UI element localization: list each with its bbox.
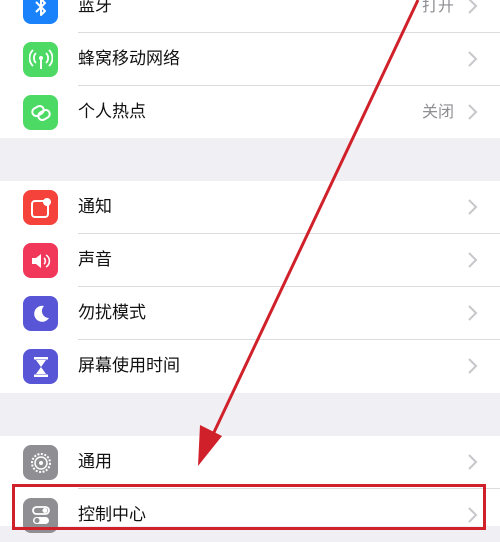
settings-group-connectivity: 蓝牙 打开 蜂窝移动网络 个人热点 关闭: [0, 0, 500, 138]
settings-row-label: 通用: [78, 452, 112, 472]
highlight-box: [12, 484, 486, 530]
settings-row-label: 蓝牙: [78, 0, 112, 16]
settings-row-label: 个人热点: [78, 102, 146, 122]
chevron-right-icon: [468, 305, 478, 321]
hourglass-icon: [23, 349, 58, 384]
chevron-right-icon: [468, 358, 478, 374]
gear-icon: [23, 445, 58, 480]
settings-row-cellular[interactable]: 蜂窝移动网络: [0, 33, 500, 86]
settings-row-label: 声音: [78, 250, 112, 270]
chevron-right-icon: [468, 454, 478, 470]
settings-row-value: 打开: [421, 0, 454, 15]
chevron-right-icon: [468, 199, 478, 215]
settings-row-screen-time[interactable]: 屏幕使用时间: [0, 340, 500, 393]
settings-row-hotspot[interactable]: 个人热点 关闭: [0, 86, 500, 139]
hotspot-chain-icon: [23, 95, 58, 130]
settings-row-do-not-disturb[interactable]: 勿扰模式: [0, 287, 500, 340]
speaker-icon: [23, 243, 58, 278]
chevron-right-icon: [468, 252, 478, 268]
chevron-right-icon: [468, 0, 478, 14]
settings-group-notifications: 通知 声音 勿扰模式 屏幕使用时间: [0, 181, 500, 393]
cellular-antenna-icon: [23, 42, 58, 77]
bluetooth-icon: [23, 0, 58, 24]
settings-row-label: 蜂窝移动网络: [78, 49, 180, 69]
settings-row-sounds[interactable]: 声音: [0, 234, 500, 287]
chevron-right-icon: [468, 51, 478, 67]
settings-row-notifications[interactable]: 通知: [0, 181, 500, 234]
settings-row-general[interactable]: 通用: [0, 436, 500, 489]
moon-icon: [23, 296, 58, 331]
settings-row-value: 关闭: [421, 102, 454, 121]
settings-row-label: 通知: [78, 197, 112, 217]
chevron-right-icon: [468, 104, 478, 120]
settings-row-bluetooth[interactable]: 蓝牙 打开: [0, 0, 500, 33]
settings-row-label: 勿扰模式: [78, 303, 146, 323]
notifications-icon: [23, 190, 58, 225]
settings-row-label: 屏幕使用时间: [78, 356, 180, 376]
